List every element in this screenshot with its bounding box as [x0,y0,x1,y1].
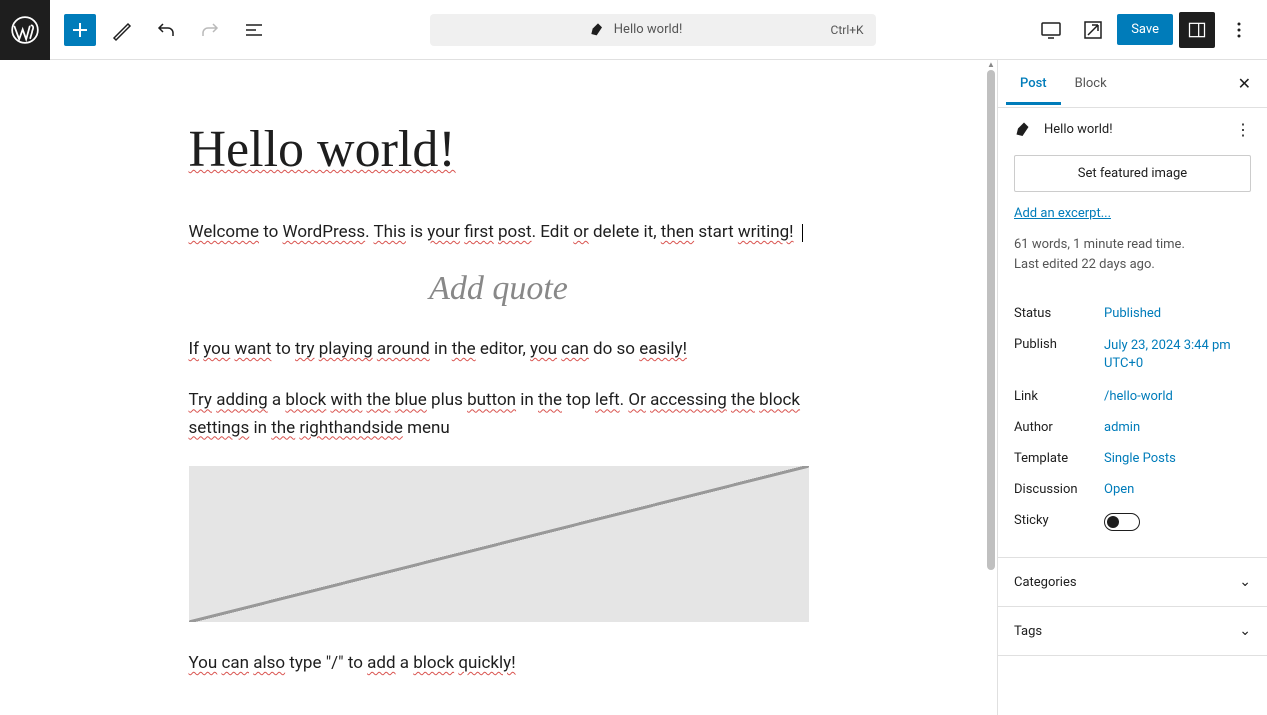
command-bar-shortcut: Ctrl+K [831,23,864,37]
block-inserter-button[interactable] [64,14,96,46]
set-featured-image-button[interactable]: Set featured image [1014,155,1251,192]
options-menu-button[interactable] [1221,12,1257,48]
pen-icon [1014,121,1034,139]
tab-block[interactable]: Block [1061,62,1121,105]
post-stats: 61 words, 1 minute read time. Last edite… [998,235,1267,290]
wordpress-logo[interactable] [0,0,50,60]
document-overview-button[interactable] [236,12,272,48]
post-summary-title: Hello world! [1044,122,1113,137]
command-bar-title: Hello world! [614,22,683,37]
undo-button[interactable] [148,12,184,48]
link-value[interactable]: /hello-world [1104,389,1251,404]
link-row: Link /hello-world [1014,381,1251,412]
tools-button[interactable] [104,12,140,48]
template-value[interactable]: Single Posts [1104,451,1251,466]
save-button[interactable]: Save [1117,14,1173,45]
image-block-placeholder[interactable] [189,466,809,622]
add-excerpt-link[interactable]: Add an excerpt... [998,206,1267,235]
author-row: Author admin [1014,412,1251,443]
template-row: Template Single Posts [1014,443,1251,474]
editor-canvas[interactable]: ▲ Hello world! Welcome to WordPress. Thi… [0,60,997,715]
text-cursor [802,224,803,242]
paragraph-block[interactable]: Try adding a block with the blue plus bu… [189,387,809,441]
status-row: Status Published [1014,298,1251,329]
pen-icon [590,22,606,38]
command-palette-button[interactable]: Hello world! Ctrl+K [430,14,876,46]
discussion-row: Discussion Open [1014,474,1251,505]
chevron-down-icon: ⌄ [1239,574,1251,590]
view-button[interactable] [1033,12,1069,48]
publish-value[interactable]: July 23, 2024 3:44 pm UTC+0 [1104,337,1251,373]
paragraph-block[interactable]: You can also type "/" to add a block qui… [189,650,809,677]
chevron-down-icon: ⌄ [1239,623,1251,639]
preview-external-button[interactable] [1075,12,1111,48]
paragraph-block[interactable]: Welcome to WordPress. This is your first… [189,219,809,246]
publish-row: Publish July 23, 2024 3:44 pm UTC+0 [1014,329,1251,381]
sidebar-tabs: Post Block ✕ [998,60,1267,108]
settings-sidebar-toggle[interactable] [1179,12,1215,48]
quote-block-placeholder[interactable]: Add quote [189,270,809,308]
close-sidebar-button[interactable]: ✕ [1230,66,1259,101]
tab-post[interactable]: Post [1006,62,1061,105]
redo-button[interactable] [192,12,228,48]
scrollbar[interactable]: ▲ [985,60,997,715]
discussion-value[interactable]: Open [1104,482,1251,497]
post-summary-row: Hello world! ⋮ [998,108,1267,151]
categories-panel[interactable]: Categories ⌄ [998,558,1267,607]
tags-panel[interactable]: Tags ⌄ [998,607,1267,656]
post-title-input[interactable]: Hello world! [189,120,809,179]
sticky-row: Sticky [1014,505,1251,539]
top-toolbar: Hello world! Ctrl+K Save [0,0,1267,60]
author-value[interactable]: admin [1104,420,1251,435]
settings-sidebar: Post Block ✕ Hello world! ⋮ Set featured… [997,60,1267,715]
sticky-toggle[interactable] [1104,513,1140,531]
paragraph-block[interactable]: If you want to try playing around in the… [189,336,809,363]
status-value[interactable]: Published [1104,306,1251,321]
post-actions-menu[interactable]: ⋮ [1235,120,1251,139]
